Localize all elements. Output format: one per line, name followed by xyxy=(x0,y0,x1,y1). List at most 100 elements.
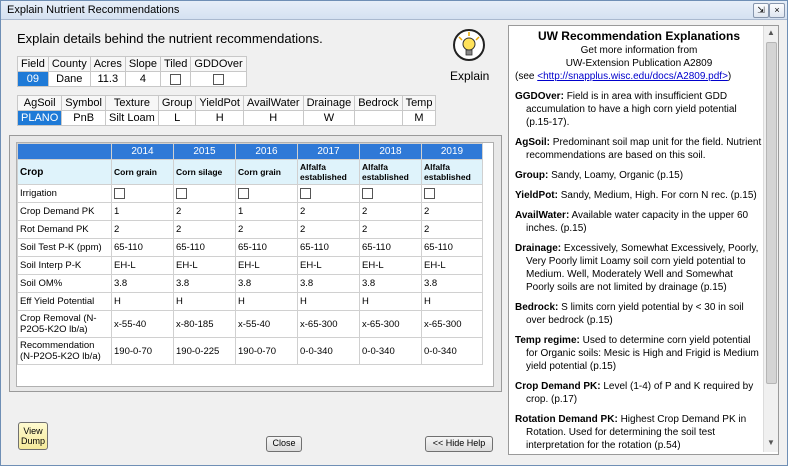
help-desc: Excessively, Somewhat Excessively, Poorl… xyxy=(526,243,759,293)
hide-help-button[interactable]: << Hide Help xyxy=(425,436,493,452)
table-cell: 2 xyxy=(173,220,236,239)
irrigation-cell[interactable] xyxy=(235,184,298,203)
table-cell: 2 xyxy=(421,220,483,239)
scroll-thumb[interactable] xyxy=(766,42,777,384)
irrigation-checkbox[interactable] xyxy=(424,187,435,199)
field-value-gddover[interactable] xyxy=(190,71,247,87)
soil-header-temp: Temp xyxy=(401,95,437,111)
help-entry-text: GGDOver: Field is in area with insuffici… xyxy=(515,90,763,129)
help-entry-text: YieldPot: Sandy, Medium, High. For corn … xyxy=(515,189,763,202)
close-button[interactable]: Close xyxy=(266,436,302,452)
field-value-tiled[interactable] xyxy=(159,71,192,87)
help-scrollbar[interactable]: ▲ ▼ xyxy=(763,26,778,452)
window: Explain Nutrient Recommendations ⇲ × Exp… xyxy=(0,0,788,466)
help-content: UW Recommendation Explanations Get more … xyxy=(515,30,763,452)
scroll-down-icon[interactable]: ▼ xyxy=(766,438,776,450)
irrigation-cell[interactable] xyxy=(297,184,360,203)
table-cell: 2 xyxy=(359,202,422,221)
table-cell: 65-110 xyxy=(173,238,236,257)
table-row: Soil Test P-K (ppm) 65-110 65-110 65-110 65-… xyxy=(17,238,483,257)
row-label: Rot Demand PK xyxy=(17,220,112,239)
view-dump-button[interactable]: View Dump xyxy=(18,422,48,450)
help-entry-text: Bedrock: S limits corn yield potential b… xyxy=(515,301,763,327)
irrigation-cell[interactable] xyxy=(421,184,483,203)
field-value-field[interactable]: 09 xyxy=(17,71,49,87)
soil-value-symbol: PnB xyxy=(61,110,106,126)
help-desc: Sandy, Loamy, Organic (p.15) xyxy=(551,170,684,181)
irrigation-checkbox[interactable] xyxy=(176,187,187,199)
table-cell: 2 xyxy=(359,220,422,239)
help-term: GGDOver: xyxy=(515,91,564,102)
help-entry: Group: Sandy, Loamy, Organic (p.15) xyxy=(515,169,763,182)
help-link[interactable]: <http://snapplus.wisc.edu/docs/A2809.pdf… xyxy=(537,71,728,82)
table-cell: x-65-300 xyxy=(421,310,483,338)
table-row: Recommendation (N-P2O5-K2O lb/a) 190-0-70… xyxy=(17,337,483,365)
checkbox-gddover[interactable] xyxy=(213,73,225,85)
table-cell: H xyxy=(235,292,298,311)
crop-name: Alfalfa established xyxy=(297,159,360,185)
table-cell: 65-110 xyxy=(111,238,174,257)
field-value-acres: 11.3 xyxy=(89,71,126,87)
help-see-prefix: (see xyxy=(515,71,538,82)
table-cell: 3.8 xyxy=(359,274,422,293)
help-entry: GGDOver: Field is in area with insuffici… xyxy=(515,90,763,129)
checkbox-tiled[interactable] xyxy=(170,73,182,85)
window-title: Explain Nutrient Recommendations xyxy=(7,4,180,16)
help-panel[interactable]: UW Recommendation Explanations Get more … xyxy=(508,25,779,455)
help-entry-text: Rotation Demand PK: Highest Crop Demand … xyxy=(515,413,763,452)
year-header: 2017 xyxy=(297,143,360,160)
lightbulb-icon[interactable] xyxy=(453,29,485,61)
help-entry: Drainage: Excessively, Somewhat Excessiv… xyxy=(515,242,763,294)
soil-value-group: L xyxy=(157,110,197,126)
row-label: Irrigation xyxy=(17,184,112,203)
table-cell: 190-0-70 xyxy=(235,337,298,365)
table-cell: H xyxy=(173,292,236,311)
irrigation-checkbox[interactable] xyxy=(300,187,311,199)
soil-table: AgSoil Symbol Texture Group YieldPot AvailWat… xyxy=(16,95,437,126)
table-row: Soil OM% 3.8 3.8 3.8 3.8 3.8 3.8 xyxy=(17,274,483,293)
field-header-county: County xyxy=(47,56,91,72)
help-entry: AgSoil: Predominant soil map unit for th… xyxy=(515,136,763,162)
soil-header-symbol: Symbol xyxy=(61,95,106,111)
help-term: Drainage: xyxy=(515,243,562,254)
table-cell: 3.8 xyxy=(421,274,483,293)
crop-name: Corn grain xyxy=(235,159,298,185)
scroll-up-icon[interactable]: ▲ xyxy=(766,28,776,40)
table-cell: x-65-300 xyxy=(297,310,360,338)
soil-header-yieldpot: YieldPot xyxy=(195,95,244,111)
table-cell: H xyxy=(421,292,483,311)
row-label: Soil OM% xyxy=(17,274,112,293)
table-cell: EH-L xyxy=(235,256,298,275)
help-entry-text: AvailWater: Available water capacity in … xyxy=(515,209,763,235)
field-header-acres: Acres xyxy=(89,56,126,72)
table-cell: H xyxy=(111,292,174,311)
close-window-button[interactable]: × xyxy=(769,3,785,18)
irrigation-checkbox[interactable] xyxy=(114,187,125,199)
soil-value-agsoil[interactable]: PLANO xyxy=(16,110,63,126)
table-cell: 2 xyxy=(421,202,483,221)
crop-name: Alfalfa established xyxy=(421,159,483,185)
table-cell: 0-0-340 xyxy=(421,337,483,365)
irrigation-checkbox[interactable] xyxy=(238,187,249,199)
year-header: 2019 xyxy=(421,143,483,160)
crop-row-label: Crop xyxy=(17,159,112,185)
table-cell: x-65-300 xyxy=(359,310,422,338)
table-row: Rot Demand PK 2 2 2 2 2 2 xyxy=(17,220,483,239)
help-entry: Rotation Demand PK: Highest Crop Demand … xyxy=(515,413,763,452)
irrigation-checkbox[interactable] xyxy=(362,187,373,199)
irrigation-cell[interactable] xyxy=(173,184,236,203)
help-entry: YieldPot: Sandy, Medium, High. For corn … xyxy=(515,189,763,202)
field-header-tiled: Tiled xyxy=(159,56,192,72)
field-header-field: Field xyxy=(17,56,49,72)
irrigation-cell[interactable] xyxy=(111,184,174,203)
irrigation-cell[interactable] xyxy=(359,184,422,203)
crop-panel: 2014 2015 2016 2017 2018 2019 Crop Corn grain Co… xyxy=(9,135,502,392)
table-row: Eff Yield Potential H H H H H H xyxy=(17,292,483,311)
table-cell: H xyxy=(297,292,360,311)
year-header: 2015 xyxy=(173,143,236,160)
table-cell: x-55-40 xyxy=(235,310,298,338)
table-row: Soil Interp P-K EH-L EH-L EH-L EH-L EH-L EH-L xyxy=(17,256,483,275)
restore-button[interactable]: ⇲ xyxy=(753,3,769,18)
help-entry: Crop Demand PK: Level (1-4) of P and K r… xyxy=(515,380,763,406)
help-entry-text: Drainage: Excessively, Somewhat Excessiv… xyxy=(515,242,763,294)
